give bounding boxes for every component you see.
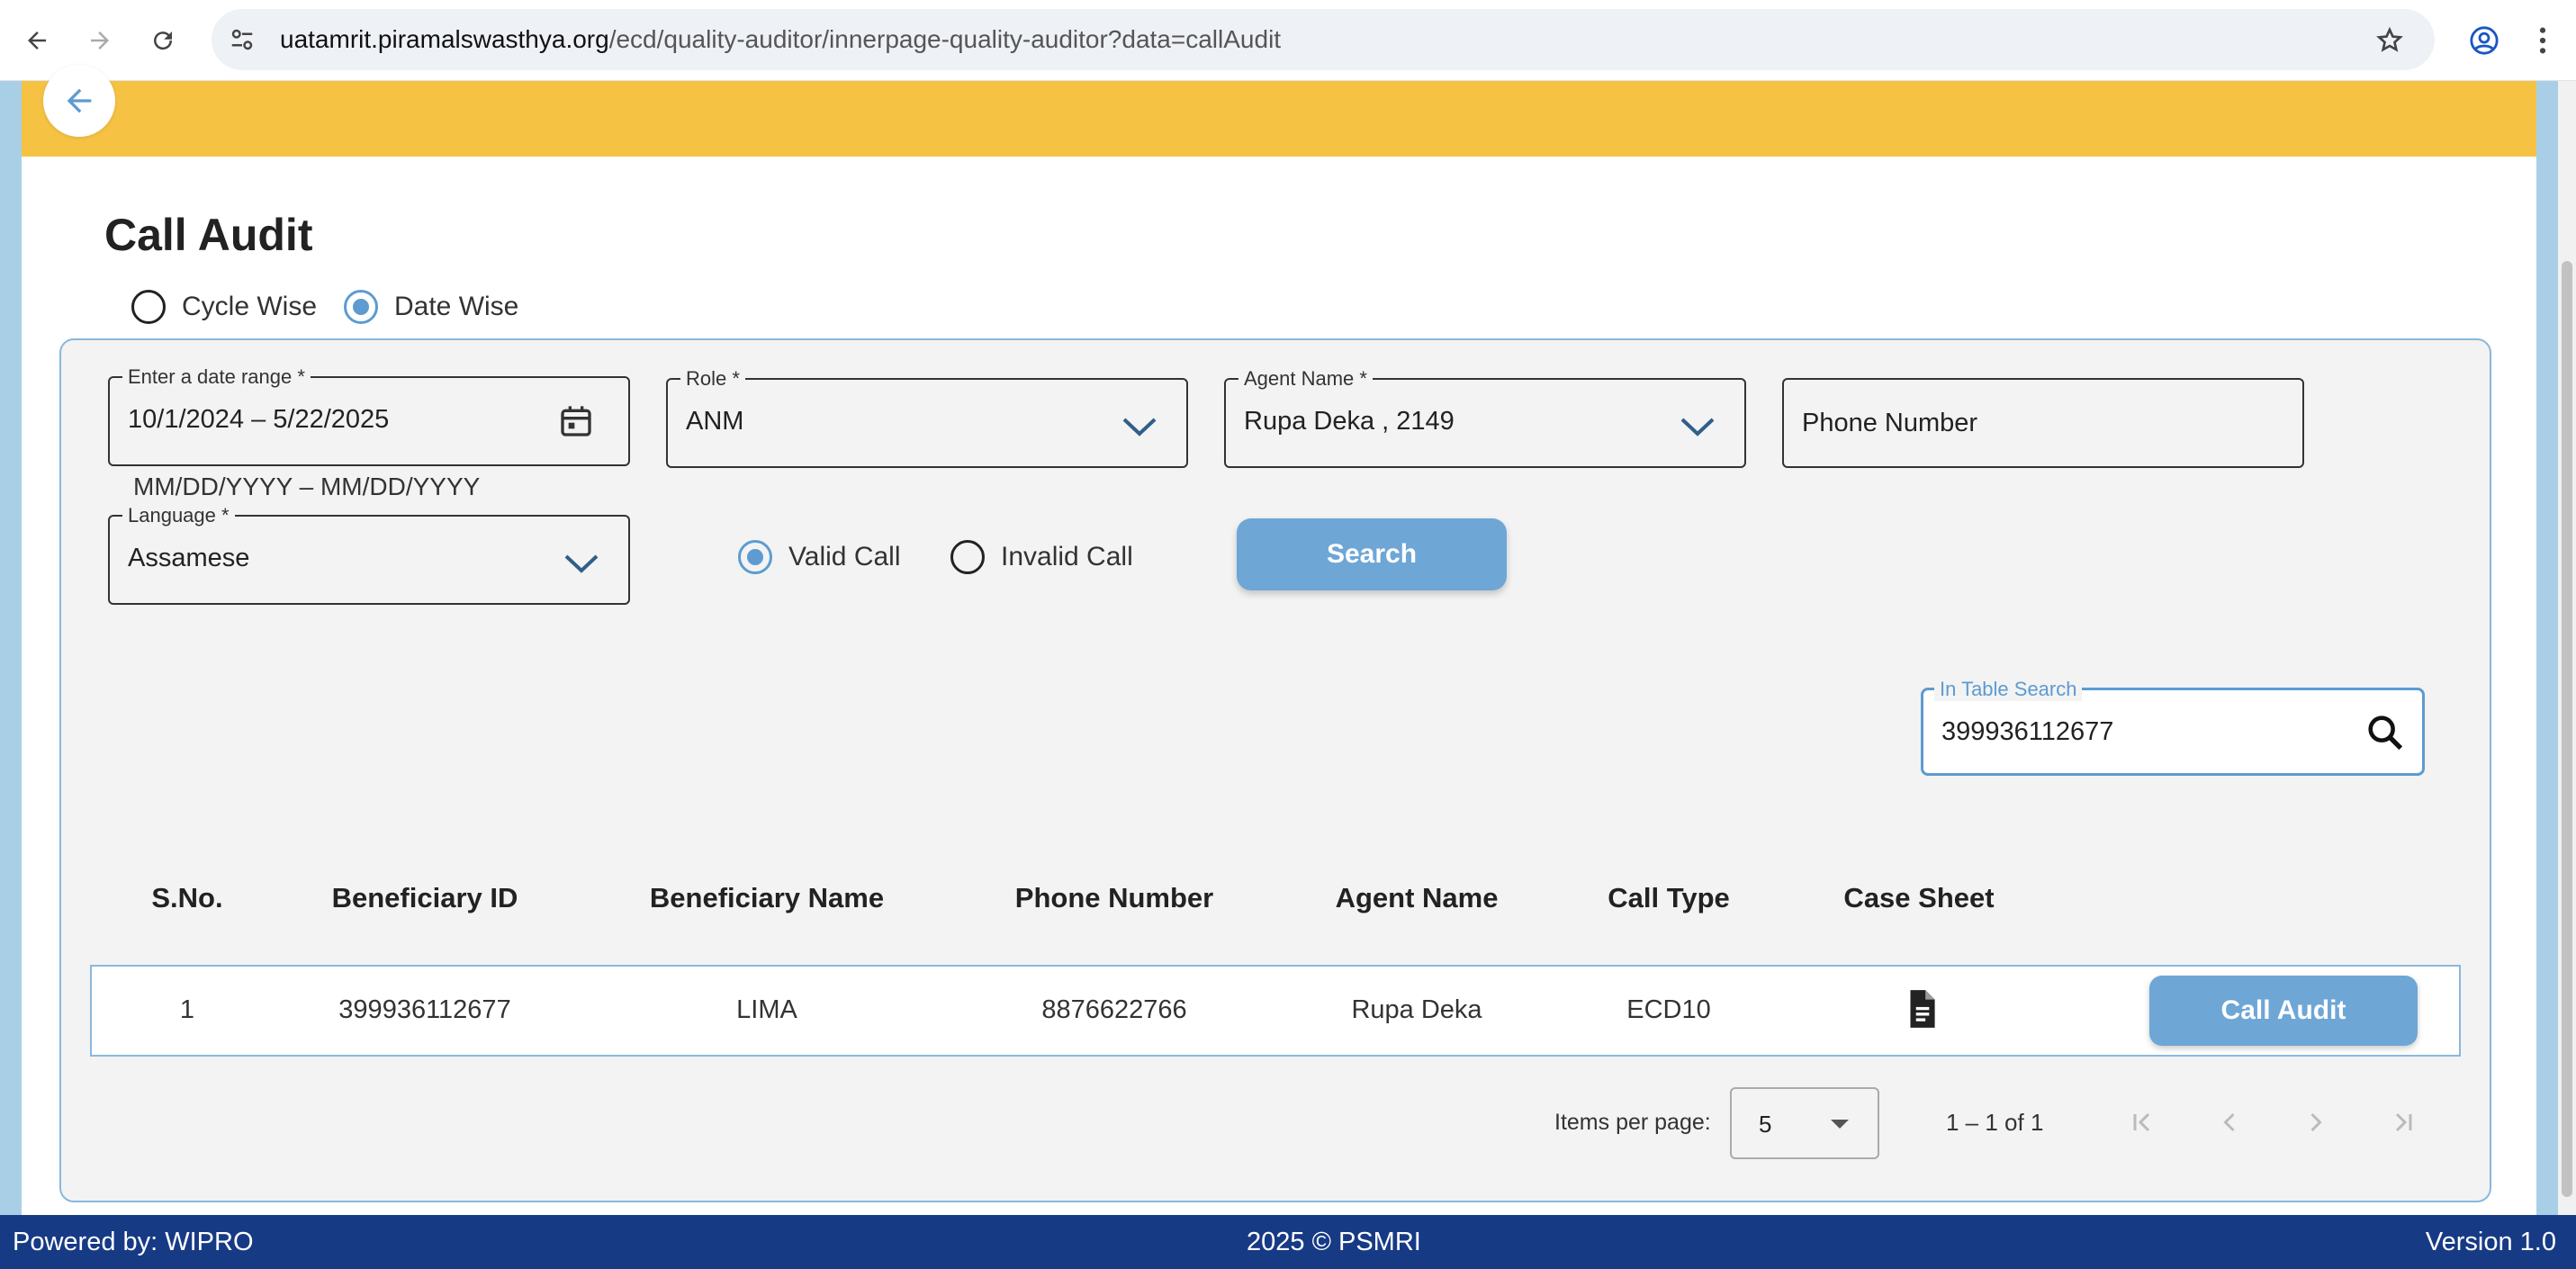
chevron-down-icon [1121,409,1157,445]
agent-name-select[interactable]: Agent Name * Rupa Deka , 2149 [1224,367,1746,468]
items-per-page-select[interactable]: 5 [1730,1087,1879,1159]
bookmark-star-icon[interactable] [2367,18,2412,63]
cell-sno: 1 [179,995,195,1024]
role-value: ANM [686,407,744,436]
browser-toolbar: uatamrit.piramalswasthya.org/ecd/quality… [0,0,2576,81]
date-range-hint: MM/DD/YYYY – MM/DD/YYYY [133,472,481,500]
cell-beneficiary-name: LIMA [736,995,797,1024]
page-footer: Powered by: WIPRO 2025 © PSMRI Version 1… [0,1215,2576,1269]
mode-option-cycle-wise[interactable]: Cycle Wise [131,290,317,324]
footer-version: Version 1.0 [2425,1228,2556,1256]
mode-option-date-wise[interactable]: Date Wise [344,290,518,324]
site-info-icon[interactable] [224,22,260,58]
browser-menu-icon[interactable] [2525,18,2561,63]
footer-copyright: 2025 © PSMRI [1247,1228,1421,1256]
back-arrow-icon [67,88,92,113]
next-page-icon[interactable] [2293,1100,2338,1145]
column-header-beneficiary-id: Beneficiary ID [331,882,518,914]
page-scrollbar[interactable] [2558,81,2576,1215]
radio-label-valid-call: Valid Call [788,542,901,572]
forward-arrow-icon[interactable] [77,18,122,63]
role-select[interactable]: Role * ANM [666,367,1188,468]
column-header-call-type: Call Type [1608,882,1730,914]
call-option-valid[interactable]: Valid Call [738,540,901,574]
radio-date-wise[interactable] [344,290,378,324]
chevron-down-icon [1680,409,1716,445]
in-table-search-label: In Table Search [1934,678,2083,701]
call-option-invalid[interactable]: Invalid Call [950,540,1133,574]
column-header-sno: S.No. [151,882,223,914]
page-back-button[interactable] [43,65,115,137]
date-range-label: Enter a date range * [122,365,311,389]
call-audit-button[interactable]: Call Audit [2149,976,2418,1046]
profile-icon[interactable] [2462,18,2507,63]
page-side-border-right [2536,81,2558,1215]
in-table-search-input[interactable]: In Table Search 399936112677 [1921,678,2425,776]
calendar-icon[interactable] [558,403,594,444]
items-per-page-value: 5 [1759,1111,1772,1138]
items-per-page-label: Items per page: [1554,1110,1711,1135]
footer-powered-by: Powered by: WIPRO [13,1228,254,1256]
language-select[interactable]: Language * Assamese [108,504,630,605]
date-range-field[interactable]: Enter a date range * 10/1/2024 – 5/22/20… [108,365,630,466]
address-bar[interactable]: uatamrit.piramalswasthya.org/ecd/quality… [212,9,2435,70]
radio-invalid-call[interactable] [950,540,985,574]
agent-name-label: Agent Name * [1238,367,1373,391]
cell-agent-name: Rupa Deka [1351,995,1482,1024]
cell-call-type: ECD10 [1626,995,1711,1024]
scrollbar-thumb[interactable] [2562,261,2572,1197]
chevron-down-icon [563,545,599,581]
last-page-icon[interactable] [2380,1100,2425,1145]
radio-label-date-wise: Date Wise [394,292,519,321]
radio-label-invalid-call: Invalid Call [1001,542,1133,572]
case-sheet-document-icon[interactable] [1899,986,1944,1031]
date-range-value: 10/1/2024 – 5/22/2025 [128,405,390,434]
page-side-border-left [0,81,22,1215]
cell-phone-number: 8876622766 [1041,995,1187,1024]
url-path: /ecd/quality-auditor/innerpage-quality-a… [608,25,1282,53]
radio-label-cycle-wise: Cycle Wise [182,292,318,321]
url-text: uatamrit.piramalswasthya.org/ecd/quality… [280,25,1281,54]
radio-valid-call[interactable] [738,540,772,574]
language-value: Assamese [128,544,250,572]
agent-name-value: Rupa Deka , 2149 [1244,407,1455,436]
search-button[interactable]: Search [1237,518,1507,590]
in-table-search-value: 399936112677 [1941,717,2114,746]
reload-icon[interactable] [140,18,185,63]
previous-page-icon[interactable] [2207,1100,2252,1145]
column-header-phone-number: Phone Number [1014,882,1214,914]
column-header-case-sheet: Case Sheet [1843,882,1995,914]
caret-down-icon [1831,1120,1849,1129]
cell-beneficiary-id: 399936112677 [338,995,511,1024]
role-label: Role * [680,367,745,391]
url-host: uatamrit.piramalswasthya.org [280,25,609,53]
column-header-agent-name: Agent Name [1335,882,1499,914]
first-page-icon[interactable] [2121,1100,2166,1145]
column-header-beneficiary-name: Beneficiary Name [649,882,885,914]
header-banner [22,81,2536,157]
pagination-range: 1 – 1 of 1 [1946,1109,2044,1136]
phone-number-input[interactable]: Phone Number [1782,378,2304,468]
back-arrow-icon[interactable] [14,18,59,63]
page-title: Call Audit [104,210,313,260]
search-icon[interactable] [2364,712,2406,753]
phone-number-placeholder: Phone Number [1802,409,1978,437]
language-label: Language * [122,504,235,527]
radio-cycle-wise[interactable] [131,290,166,324]
